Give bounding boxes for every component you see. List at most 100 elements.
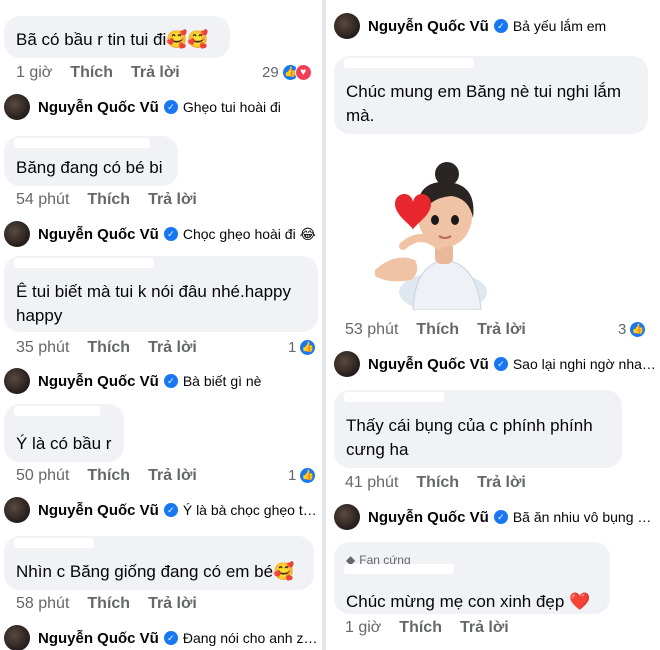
comment-meta: 58 phút Thích Trả lời bbox=[16, 595, 215, 613]
love-reaction-icon: ♥ bbox=[294, 64, 312, 81]
comment-text-line1: Ê tui biết mà tui k nói đâu nhé.happy bbox=[16, 282, 292, 301]
comment-text: Ý là có bầu r bbox=[16, 434, 112, 453]
reply-row[interactable]: Nguyễn Quốc Vũ ✓ Bả yếu lắm em bbox=[334, 12, 656, 40]
comment-text: Băng đang có bé bi bbox=[16, 158, 163, 177]
reaction-summary[interactable]: 1 👍 bbox=[288, 339, 317, 356]
verified-badge-icon: ✓ bbox=[163, 374, 178, 388]
like-button[interactable]: Thích bbox=[70, 64, 113, 82]
comment-time: 1 giờ bbox=[16, 64, 53, 81]
verified-badge-icon: ✓ bbox=[493, 357, 508, 371]
reply-preview: Bã ăn nhiu vô bụng h... bbox=[512, 509, 656, 525]
comment-bubble: Ý là có bầu r bbox=[4, 404, 124, 462]
reply-button[interactable]: Trả lời bbox=[148, 467, 197, 485]
avatar bbox=[4, 221, 30, 247]
like-button[interactable]: Thích bbox=[399, 619, 442, 637]
reply-button[interactable]: Trả lời bbox=[460, 619, 509, 637]
reply-row[interactable]: Nguyễn Quốc Vũ ✓ Bà biết gì nè bbox=[4, 367, 320, 395]
comment-text: Bã có bầu r tin tui đi bbox=[16, 30, 167, 49]
like-button[interactable]: Thích bbox=[416, 321, 459, 339]
reply-row[interactable]: Nguyễn Quốc Vũ ✓ Chọc ghẹo hoài đi 😂 bbox=[4, 220, 320, 248]
redacted-name bbox=[344, 58, 474, 68]
comment-text: Nhìn c Băng giống đang có em bé bbox=[16, 562, 274, 581]
redacted-name bbox=[14, 258, 154, 268]
comment-emoji: 🥰 bbox=[273, 562, 295, 581]
comment-time: 35 phút bbox=[16, 339, 70, 356]
like-reaction-icon: 👍 bbox=[299, 467, 317, 484]
comment-meta: 54 phút Thích Trả lời bbox=[16, 191, 215, 209]
like-button[interactable]: Thích bbox=[87, 467, 130, 485]
comment-text-line2: mà. bbox=[346, 106, 375, 125]
comment-time: 58 phút bbox=[16, 595, 70, 612]
like-button[interactable]: Thích bbox=[87, 191, 130, 209]
reply-author[interactable]: Nguyễn Quốc Vũ bbox=[38, 226, 159, 243]
comment-bubble: Băng đang có bé bi bbox=[4, 136, 178, 186]
comment-text: Chúc mừng mẹ con xinh đẹp bbox=[346, 592, 565, 611]
heart-emoji: ❤️ bbox=[569, 592, 591, 611]
comment-bubble: Bã có bầu r tin tui đi🥰🥰 bbox=[4, 16, 230, 58]
comment-meta: 1 giờ Thích Trả lời bbox=[16, 64, 198, 82]
reply-preview: Đang nói cho anh zui ... bbox=[182, 630, 320, 646]
reply-preview: Ý là bà chọc ghẹo tôi ... bbox=[182, 502, 320, 518]
comment-bubble: Chúc mung em Băng nè tui nghi lắm mà. bbox=[334, 56, 648, 134]
reply-button[interactable]: Trả lời bbox=[131, 64, 180, 82]
comment-text-line2: cưng ha bbox=[346, 440, 409, 459]
like-button[interactable]: Thích bbox=[416, 474, 459, 492]
reply-row[interactable]: Nguyễn Quốc Vũ ✓ Đang nói cho anh zui ..… bbox=[4, 624, 320, 650]
reaction-summary[interactable]: 29 👍 ♥ bbox=[262, 64, 312, 81]
comment-time: 1 giờ bbox=[345, 619, 382, 636]
like-button[interactable]: Thích bbox=[87, 595, 130, 613]
reply-preview: Chọc ghẹo hoài đi 😂 bbox=[182, 225, 316, 242]
redacted-name bbox=[344, 392, 444, 402]
verified-badge-icon: ✓ bbox=[163, 100, 178, 114]
comment-text-line2: happy bbox=[16, 306, 63, 325]
reaction-summary[interactable]: 3 👍 bbox=[618, 321, 647, 338]
avatar bbox=[334, 13, 360, 39]
comment-meta: 35 phút Thích Trả lời bbox=[16, 339, 215, 357]
reaction-summary[interactable]: 1 👍 bbox=[288, 467, 317, 484]
reply-preview: Bả yếu lắm em bbox=[512, 18, 607, 34]
reply-row[interactable]: Nguyễn Quốc Vũ ✓ Bã ăn nhiu vô bụng h... bbox=[334, 503, 656, 531]
reply-author[interactable]: Nguyễn Quốc Vũ bbox=[38, 373, 159, 390]
redacted-name bbox=[14, 538, 94, 548]
comment-meta: 1 giờ Thích Trả lời bbox=[345, 619, 527, 637]
verified-badge-icon: ✓ bbox=[163, 631, 178, 645]
like-button[interactable]: Thích bbox=[87, 339, 130, 357]
reply-row[interactable]: Nguyễn Quốc Vũ ✓ Ghẹo tui hoài đi bbox=[4, 93, 320, 121]
reaction-count: 29 bbox=[262, 64, 279, 81]
reply-button[interactable]: Trả lời bbox=[148, 595, 197, 613]
reply-preview: Sao lại nghi ngờ nhau... bbox=[512, 356, 656, 372]
reply-author[interactable]: Nguyễn Quốc Vũ bbox=[38, 502, 159, 519]
verified-badge-icon: ✓ bbox=[163, 503, 178, 517]
comment-time: 53 phút bbox=[345, 321, 399, 338]
reply-row[interactable]: Nguyễn Quốc Vũ ✓ Sao lại nghi ngờ nhau..… bbox=[334, 350, 656, 378]
reply-author[interactable]: Nguyễn Quốc Vũ bbox=[38, 99, 159, 116]
comment-text-line1: Thấy cái bụng của c phính phính bbox=[346, 416, 593, 435]
reaction-count: 1 bbox=[288, 467, 297, 484]
comment-time: 54 phút bbox=[16, 191, 70, 208]
comment-emoji: 🥰🥰 bbox=[166, 30, 209, 49]
comment-text-line1: Chúc mung em Băng nè tui nghi lắm bbox=[346, 82, 621, 101]
reply-button[interactable]: Trả lời bbox=[148, 191, 197, 209]
avatar bbox=[4, 497, 30, 523]
reply-button[interactable]: Trả lời bbox=[148, 339, 197, 357]
like-reaction-icon: 👍 bbox=[299, 339, 317, 356]
comment-meta: 41 phút Thích Trả lời bbox=[345, 474, 544, 492]
reply-row[interactable]: Nguyễn Quốc Vũ ✓ Ý là bà chọc ghẹo tôi .… bbox=[4, 496, 320, 524]
reply-button[interactable]: Trả lời bbox=[477, 321, 526, 339]
reply-preview: Bà biết gì nè bbox=[182, 373, 262, 389]
heart-avatar-sticker bbox=[375, 162, 487, 310]
comment-bubble: Nhìn c Băng giống đang có em bé🥰 bbox=[4, 536, 314, 590]
reaction-count: 1 bbox=[288, 339, 297, 356]
reply-button[interactable]: Trả lời bbox=[477, 474, 526, 492]
reply-author[interactable]: Nguyễn Quốc Vũ bbox=[368, 509, 489, 526]
reply-author[interactable]: Nguyễn Quốc Vũ bbox=[368, 356, 489, 373]
reply-preview: Ghẹo tui hoài đi bbox=[182, 99, 281, 115]
like-reaction-icon: 👍 bbox=[629, 321, 647, 338]
reply-author[interactable]: Nguyễn Quốc Vũ bbox=[368, 18, 489, 35]
comment-bubble: Ê tui biết mà tui k nói đâu nhé.happy ha… bbox=[4, 256, 318, 332]
reply-author[interactable]: Nguyễn Quốc Vũ bbox=[38, 630, 159, 647]
comment-meta: 53 phút Thích Trả lời bbox=[345, 321, 544, 339]
comment-time: 41 phút bbox=[345, 474, 399, 491]
reaction-count: 3 bbox=[618, 321, 627, 338]
redacted-name bbox=[344, 564, 454, 574]
